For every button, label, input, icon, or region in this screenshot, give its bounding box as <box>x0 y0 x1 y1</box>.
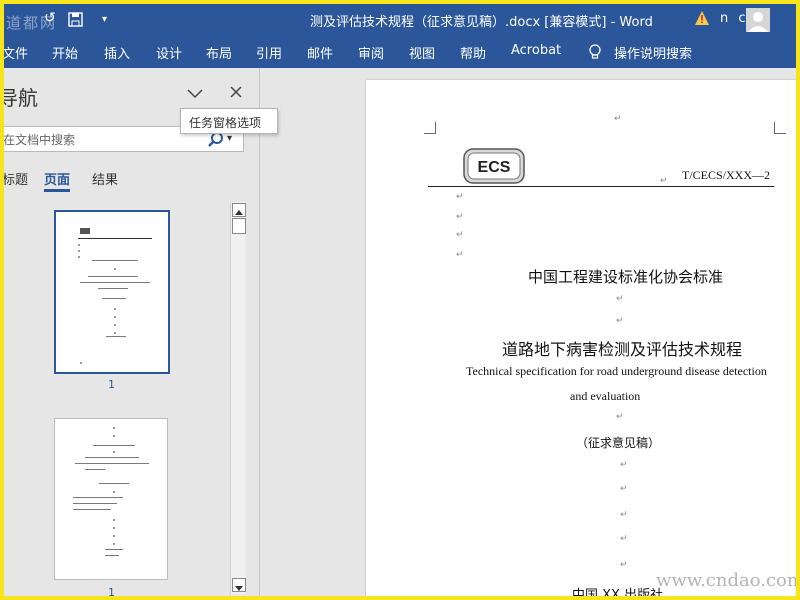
page-number-label: 1 <box>108 586 115 596</box>
paragraph-mark: ↵ <box>620 560 628 570</box>
watermark-bottom-right: www.cndao.com <box>656 570 796 591</box>
document-title-cn: 道路地下病害检测及评估技术规程 <box>502 340 743 359</box>
paragraph-mark: ↵ <box>616 316 624 326</box>
tab-file[interactable]: 文件 <box>4 43 28 62</box>
tell-me-search[interactable]: 操作说明搜索 <box>614 43 692 62</box>
svg-text:ECS: ECS <box>478 159 511 176</box>
title-bar: 道都网 ↺ ▾ 测及评估技术规程（征求意见稿）.docx [兼容模式] - Wo… <box>4 4 796 36</box>
tab-view[interactable]: 视图 <box>409 43 435 62</box>
paragraph-mark: ↵ <box>620 510 628 520</box>
tab-layout[interactable]: 布局 <box>206 43 232 62</box>
document-title-en-line1: Technical specification for road undergr… <box>466 364 767 378</box>
active-tab-indicator <box>44 189 70 192</box>
close-icon[interactable] <box>228 84 244 100</box>
save-icon[interactable] <box>68 12 83 31</box>
ribbon-tabs: 文件 开始 插入 设计 布局 引用 邮件 审阅 视图 帮助 Acrobat 操作… <box>4 36 796 68</box>
document-page[interactable]: ↵ ECS ↵ T/CECS/XXX—2 ↵ ↵ ↵ ↵ 中国工程建设标准化协会… <box>366 80 796 596</box>
paragraph-mark: ↵ <box>456 192 464 202</box>
user-name[interactable]: n c <box>720 11 749 26</box>
document-area: ↵ ECS ↵ T/CECS/XXX—2 ↵ ↵ ↵ ↵ 中国工程建设标准化协会… <box>261 68 796 596</box>
paragraph-mark: ↵ <box>620 534 628 544</box>
chevron-down-icon[interactable] <box>186 86 204 100</box>
scroll-up-arrow-icon[interactable] <box>232 203 246 217</box>
document-title-en-line2: and evaluation <box>570 389 641 403</box>
paragraph-mark: ↵ <box>456 230 464 240</box>
avatar[interactable] <box>746 8 770 32</box>
tab-acrobat[interactable]: Acrobat <box>511 43 561 58</box>
tab-review[interactable]: 审阅 <box>358 43 384 62</box>
header-rule <box>428 186 774 187</box>
tab-insert[interactable]: 插入 <box>104 43 130 62</box>
publisher: 中国 XX 出版社 <box>572 588 664 596</box>
ecs-logo: ECS <box>463 148 525 184</box>
crop-mark-top-left <box>424 122 436 134</box>
paragraph-mark: ↵ <box>616 412 624 422</box>
tab-help[interactable]: 帮助 <box>460 43 486 62</box>
paragraph-mark: ↵ <box>620 460 628 470</box>
paragraph-mark: ↵ <box>456 250 464 260</box>
scroll-down-arrow-icon[interactable] <box>232 578 246 592</box>
nav-pane-title: 导航 <box>4 86 38 110</box>
thumbnail-scrollbar[interactable] <box>230 202 246 594</box>
tab-references[interactable]: 引用 <box>256 43 282 62</box>
tab-headings[interactable]: 标题 <box>4 169 28 188</box>
paragraph-mark: ↵ <box>614 114 622 124</box>
paragraph-mark: ↵ <box>456 212 464 222</box>
tab-design[interactable]: 设计 <box>156 43 182 62</box>
draft-label: （征求意见稿） <box>576 436 661 450</box>
lightbulb-icon[interactable] <box>588 44 602 64</box>
tab-results[interactable]: 结果 <box>92 169 118 188</box>
page-thumbnail-2[interactable] <box>54 418 168 580</box>
scroll-thumb[interactable] <box>232 218 246 234</box>
warning-icon[interactable] <box>694 10 710 26</box>
search-placeholder: 在文档中搜索 <box>4 133 76 147</box>
page-number-label: 1 <box>108 378 115 391</box>
issuing-organization: 中国工程建设标准化协会标准 <box>528 268 724 286</box>
watermark-top-left: 道都网 <box>6 14 58 32</box>
tooltip-task-pane-options: 任务窗格选项 <box>180 108 278 134</box>
crop-mark-top-right <box>774 122 786 134</box>
standard-code: T/CECS/XXX—2 <box>682 168 771 182</box>
navigation-pane: 导航 在文档中搜索 ▾ 任务窗格选项 标题 页面 结果 1 1 <box>4 68 278 596</box>
search-options-chevron-icon[interactable]: ▾ <box>227 133 232 144</box>
window-title: 测及评估技术规程（征求意见稿）.docx [兼容模式] - Word <box>310 15 653 30</box>
tab-mailings[interactable]: 邮件 <box>307 43 333 62</box>
tab-home[interactable]: 开始 <box>52 43 78 62</box>
customize-quick-access-icon[interactable]: ▾ <box>102 14 107 25</box>
paragraph-mark: ↵ <box>660 176 668 186</box>
paragraph-mark: ↵ <box>620 484 628 494</box>
tab-pages[interactable]: 页面 <box>44 169 70 188</box>
paragraph-mark: ↵ <box>616 294 624 304</box>
word-window: 道都网 ↺ ▾ 测及评估技术规程（征求意见稿）.docx [兼容模式] - Wo… <box>4 4 796 596</box>
page-thumbnail-1[interactable] <box>54 210 170 374</box>
